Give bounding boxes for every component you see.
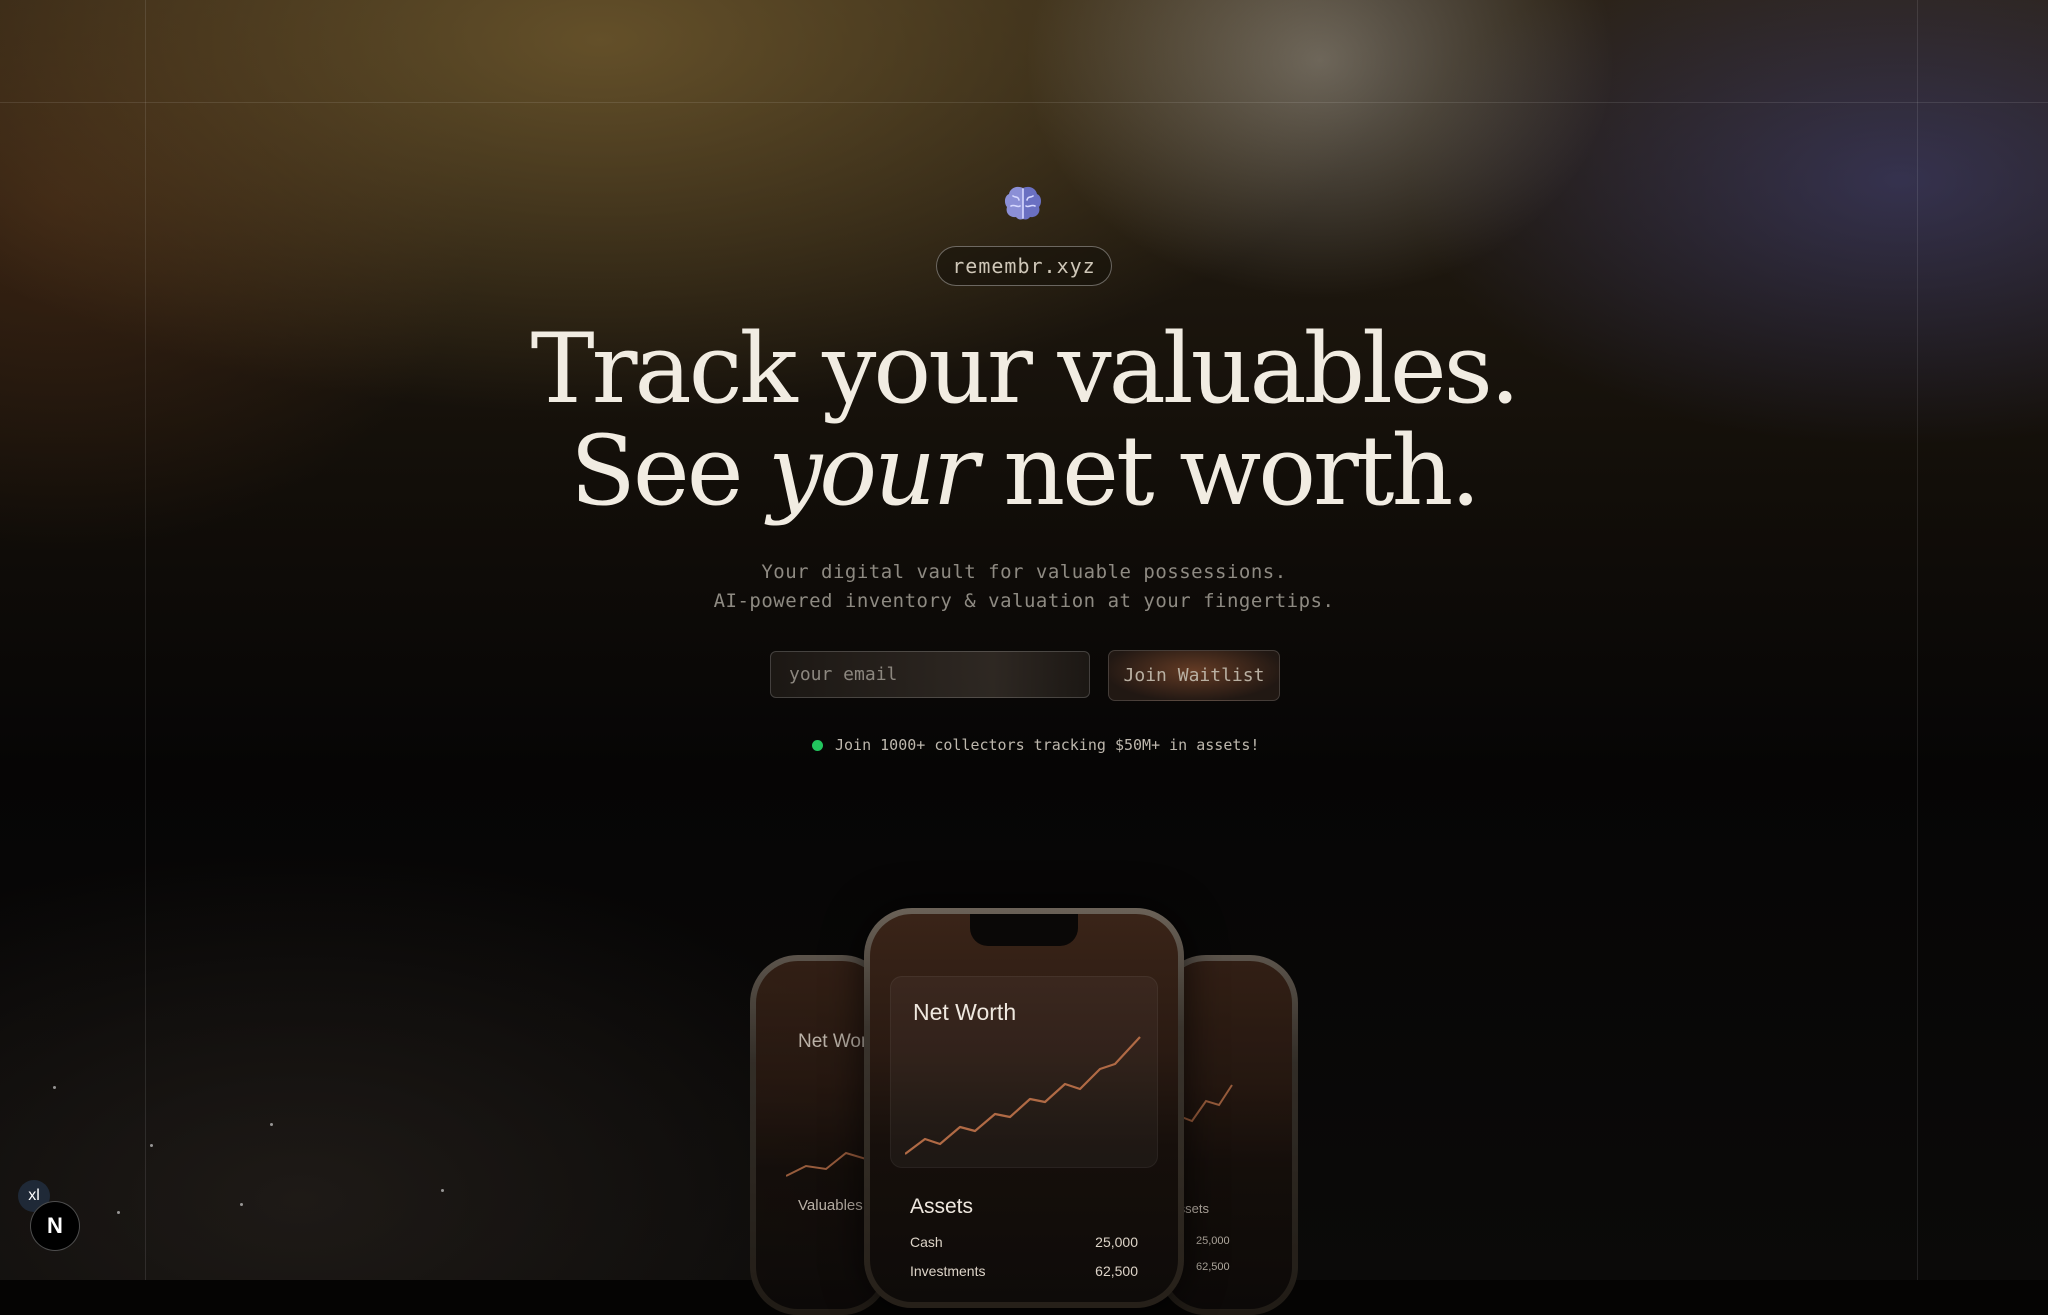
net-worth-card: Net Worth xyxy=(890,976,1158,1168)
asset-label: Cash xyxy=(910,1234,943,1250)
star xyxy=(117,1211,120,1214)
nextjs-dev-button[interactable]: N xyxy=(30,1201,80,1251)
join-waitlist-button[interactable]: Join Waitlist xyxy=(1108,650,1280,701)
hero-subtitle: Your digital vault for valuable possessi… xyxy=(574,558,1474,616)
star xyxy=(53,1086,56,1089)
subtitle-line-1: Your digital vault for valuable possessi… xyxy=(761,561,1287,583)
social-proof-text: Join 1000+ collectors tracking $50M+ in … xyxy=(835,736,1260,754)
phone-screen-center: Net Worth Assets Cash 25,000 Investments… xyxy=(870,914,1178,1302)
headline-line-2: See your net worth. xyxy=(524,420,1524,522)
headline-your: your xyxy=(768,415,979,527)
net-worth-chart xyxy=(905,1036,1141,1155)
phone-left-section: Valuables xyxy=(798,1197,863,1214)
headline-line-1: Track your valuables. xyxy=(530,313,1521,425)
star xyxy=(150,1144,153,1147)
net-worth-title: Net Worth xyxy=(913,999,1017,1025)
status-dot xyxy=(812,739,823,751)
hero-headline: Track your valuables. See your net worth… xyxy=(524,318,1524,522)
star xyxy=(270,1123,273,1126)
phone-mockup-center: Net Worth Assets Cash 25,000 Investments… xyxy=(864,908,1184,1308)
phone-notch xyxy=(970,914,1078,946)
grid-line-left xyxy=(145,0,146,1280)
grid-line-horizontal xyxy=(0,102,2048,103)
phone-right-value-2: 62,500 xyxy=(1196,1261,1230,1273)
star xyxy=(240,1203,243,1206)
star xyxy=(441,1189,444,1192)
asset-value: 62,500 xyxy=(1095,1263,1138,1279)
headline-see: See xyxy=(570,415,743,527)
phone-right-value-1: 25,000 xyxy=(1196,1235,1230,1247)
asset-value: 25,000 xyxy=(1095,1234,1138,1250)
assets-title: Assets xyxy=(910,1195,974,1218)
asset-row: Investments 62,500 xyxy=(910,1263,1138,1279)
subtitle-line-2: AI-powered inventory & valuation at your… xyxy=(713,590,1335,612)
headline-net-worth: net worth. xyxy=(1003,415,1481,527)
social-proof: Join 1000+ collectors tracking $50M+ in … xyxy=(812,734,1259,756)
brain-icon xyxy=(1004,186,1042,220)
domain-badge: remembr.xyz xyxy=(936,246,1112,286)
grid-line-right xyxy=(1917,0,1918,1280)
asset-label: Investments xyxy=(910,1263,986,1279)
email-input[interactable] xyxy=(770,651,1090,698)
asset-row: Cash 25,000 xyxy=(910,1234,1138,1250)
